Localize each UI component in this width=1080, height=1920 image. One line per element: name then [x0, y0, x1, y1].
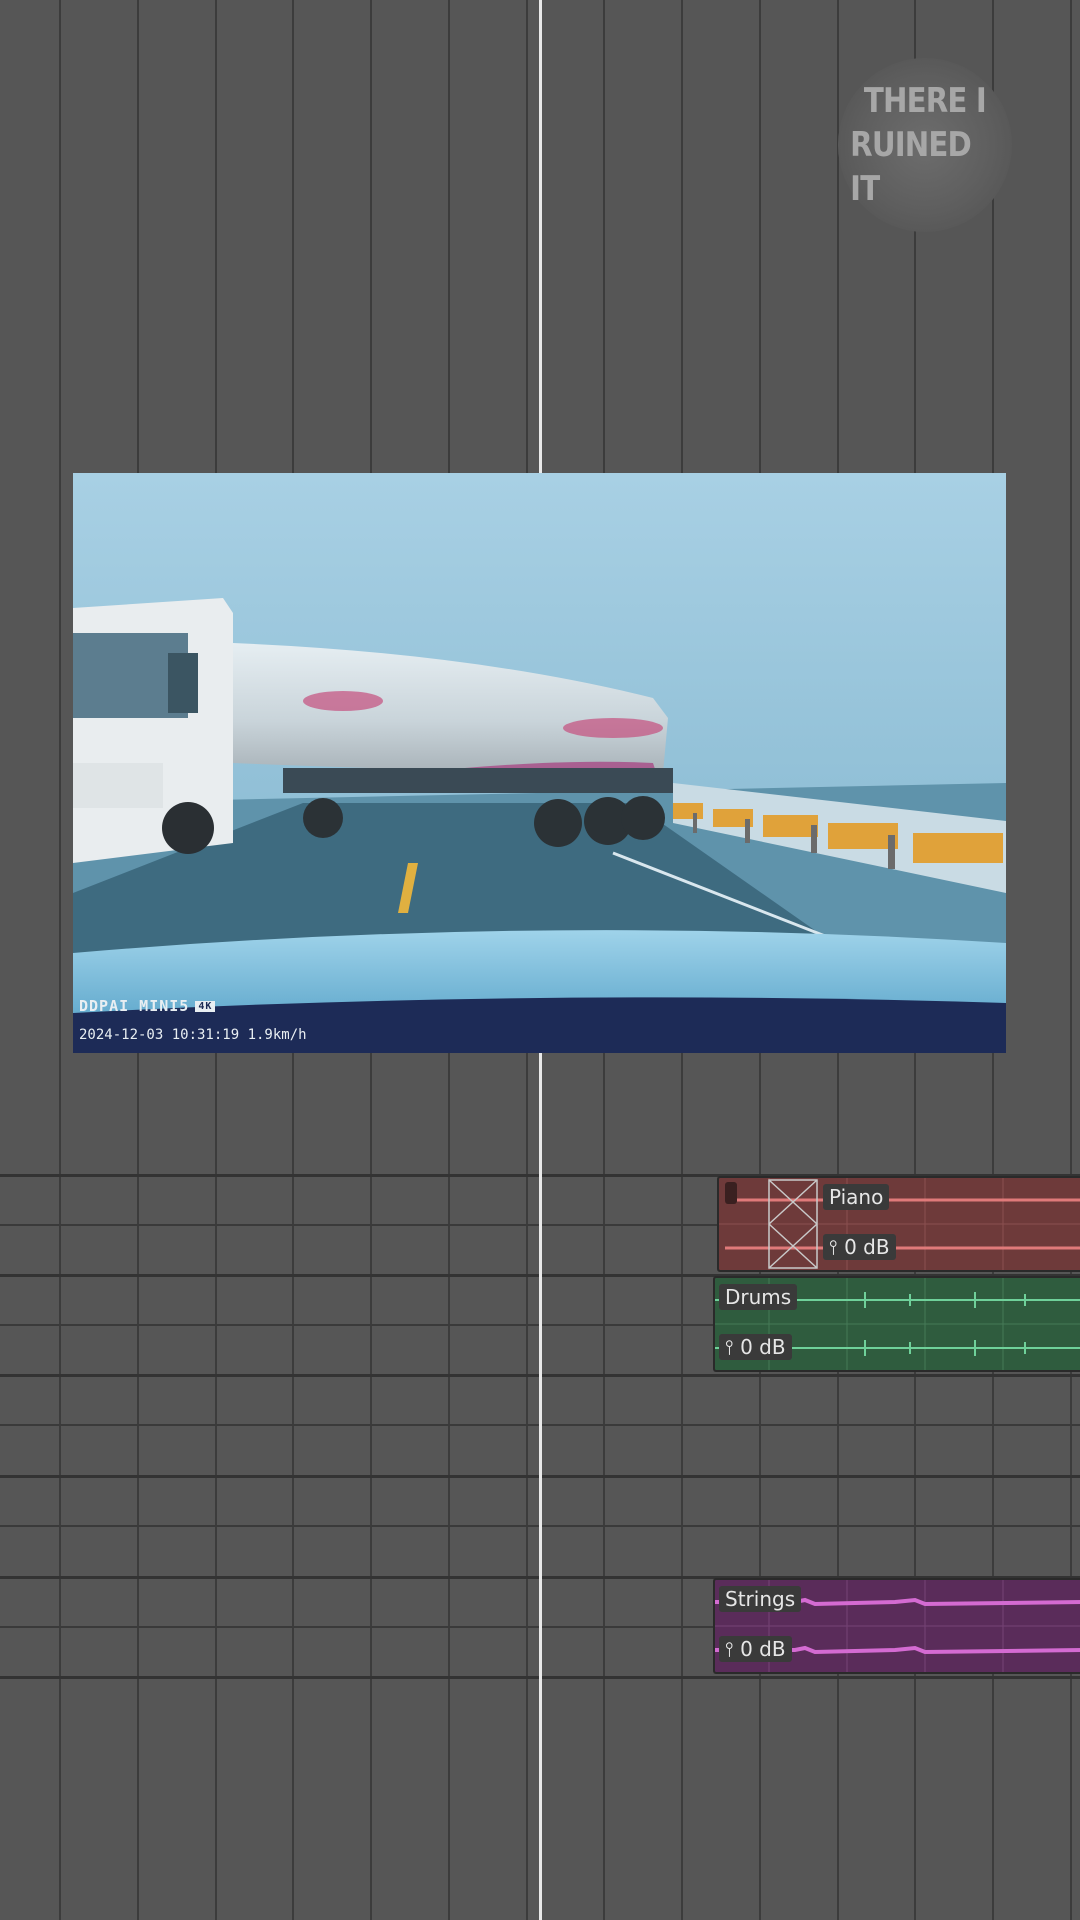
volume-value: 0 dB [740, 1335, 786, 1359]
pan-knob-icon: ⫯ [829, 1235, 845, 1259]
watermark-line1: THERE I [864, 81, 987, 121]
watermark-logo: THERE I RUINED IT [838, 58, 1012, 232]
clip-drums[interactable]: Drums ⫯ 0 dB [713, 1276, 1080, 1372]
camera-brand-overlay: DDPAI MINI5 4K [79, 997, 216, 1015]
pan-knob-icon: ⫯ [725, 1335, 741, 1359]
clip-volume-strings[interactable]: ⫯ 0 dB [719, 1636, 792, 1662]
clip-volume-piano[interactable]: ⫯ 0 dB [823, 1234, 896, 1260]
camera-brand: DDPAI MINI5 [79, 997, 190, 1015]
camera-timestamp: 2024-12-03 10:31:19 1.9km/h [79, 1027, 307, 1043]
clip-name-drums: Drums [719, 1284, 798, 1310]
video-overlay: DDPAI MINI5 4K 2024-12-03 10:31:19 1.9km/… [73, 473, 1006, 1053]
clip-name-strings: Strings [719, 1586, 802, 1612]
volume-value: 0 dB [844, 1235, 890, 1259]
piano-waveform [719, 1178, 1080, 1270]
grid-line [59, 0, 61, 1920]
clip-volume-drums[interactable]: ⫯ 0 dB [719, 1334, 792, 1360]
watermark-line2: RUINED IT [850, 125, 972, 209]
clip-name-piano: Piano [823, 1184, 890, 1210]
clip-piano[interactable]: Piano ⫯ 0 dB [717, 1176, 1080, 1272]
resolution-badge: 4K [195, 1001, 216, 1012]
pan-knob-icon: ⫯ [725, 1637, 741, 1661]
clip-strings[interactable]: Strings ⫯ 0 dB [713, 1578, 1080, 1674]
dashcam-scene [73, 473, 1006, 1053]
volume-value: 0 dB [740, 1637, 786, 1661]
